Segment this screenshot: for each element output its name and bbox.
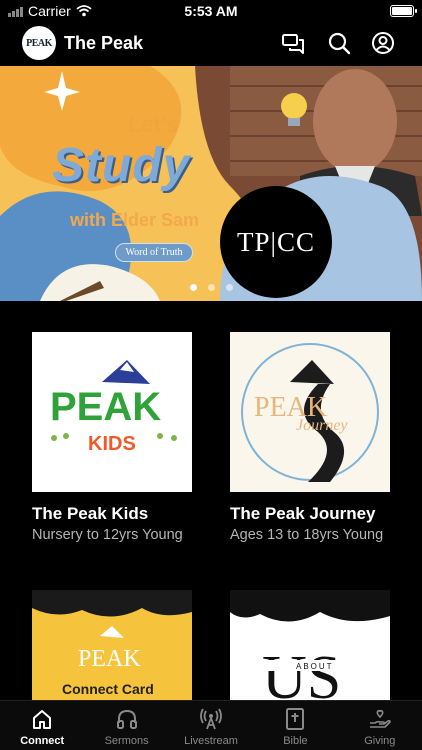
page-dot[interactable] (225, 284, 233, 291)
peak-kids-word: PEAK (50, 385, 161, 429)
about-us-artwork: US ABOUT (230, 590, 390, 700)
bible-icon (286, 708, 305, 730)
peak-journey-thumbnail: PEAK Journey (230, 332, 390, 492)
profile-icon[interactable] (371, 31, 395, 55)
tab-label: Giving (364, 735, 396, 747)
peak-journey-word2: Journey (296, 417, 348, 434)
card-peak-kids[interactable]: PEAK KIDS The Peak Kids Nursery to 12yrs… (32, 332, 192, 543)
tab-label: Bible (283, 735, 308, 747)
hero-line-2: Study (52, 139, 191, 192)
tab-label: Connect (20, 735, 65, 747)
tab-bible[interactable]: Bible (253, 701, 337, 750)
search-icon[interactable] (327, 31, 351, 55)
tab-label: Livestream (184, 735, 238, 747)
peak-kids-artwork: PEAK KIDS (50, 360, 177, 455)
about-us-thumbnail: US ABOUT (230, 590, 390, 700)
app-logo[interactable]: PEAK (22, 26, 56, 60)
broadcast-icon (200, 708, 222, 730)
peak-kids-thumbnail: PEAK KIDS (32, 332, 192, 492)
hero-carousel[interactable]: Let's Study with Elder Sam Word of Truth… (0, 66, 422, 301)
card-title: The Peak Kids (32, 504, 149, 523)
tab-label: Sermons (104, 735, 149, 747)
tab-livestream[interactable]: Livestream (169, 701, 253, 750)
tab-bar: Connect Sermons Livestream Bible Giving (0, 700, 422, 750)
tab-giving[interactable]: Giving (338, 701, 422, 750)
chat-icon[interactable] (281, 31, 305, 55)
page-dot[interactable] (207, 284, 215, 291)
peak-kids-word2: KIDS (88, 433, 136, 455)
app-header: PEAK The Peak (0, 26, 422, 60)
card-subtitle: Nursery to 12yrs Young (32, 527, 183, 543)
tpcc-logo: TP|CC (220, 186, 332, 298)
card-title: The Peak Journey (230, 504, 376, 523)
giving-hand-icon (369, 709, 391, 728)
peak-journey-artwork: PEAK Journey (241, 343, 379, 482)
status-time: 5:53 AM (184, 3, 238, 19)
card-subtitle: Ages 13 to 18yrs Young (230, 527, 384, 543)
carousel-page-indicator[interactable] (0, 284, 422, 291)
tab-sermons[interactable]: Sermons (84, 701, 168, 750)
battery-icon (390, 5, 417, 17)
connect-card-word2: Connect Card (62, 681, 154, 697)
card-peak-journey[interactable]: PEAK Journey The Peak Journey Ages 13 to… (230, 332, 390, 543)
about-us-word2: US (262, 644, 341, 700)
tab-connect[interactable]: Connect (0, 701, 84, 750)
hero-line-1: Let's (128, 112, 179, 137)
hero-line-3: with Elder Sam (70, 210, 200, 230)
home-icon (33, 710, 52, 729)
status-bar: Carrier 5:53 AM (0, 0, 422, 22)
card-about-us[interactable]: US ABOUT (230, 590, 390, 700)
headphones-icon (116, 709, 137, 729)
connect-card-artwork: PEAK Connect Card (32, 590, 192, 697)
app-logo-text: PEAK (26, 37, 52, 49)
hero-badge: Word of Truth (115, 243, 193, 262)
card-connect-card[interactable]: PEAK Connect Card (32, 590, 192, 700)
about-us-word: ABOUT (296, 662, 334, 671)
page-dot[interactable] (189, 284, 197, 291)
connect-card-thumbnail: PEAK Connect Card (32, 590, 192, 700)
page-title: The Peak (64, 33, 144, 53)
connect-card-word: PEAK (78, 646, 141, 672)
